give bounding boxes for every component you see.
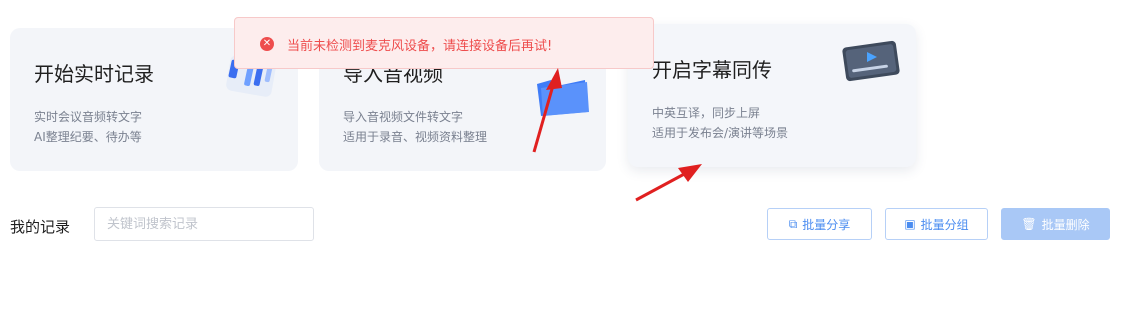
realtime-caption-card[interactable]: 开启字幕同传 中英互译，同步上屏 适用于发布会/演讲等场景	[628, 24, 916, 167]
button-label: 批量分组	[920, 217, 969, 232]
card-desc: 导入音视频文件转文字	[343, 110, 464, 124]
button-label: 批量分享	[802, 217, 851, 232]
card-title: 开始实时记录	[34, 62, 154, 86]
card-desc: 中英互译，同步上屏	[652, 106, 761, 120]
card-desc: 适用于发布会/演讲等场景	[652, 126, 789, 140]
annotation-arrow	[635, 164, 702, 202]
share-icon: ⧉	[788, 216, 798, 231]
batch-share-button[interactable]: ⧉ 批量分享	[767, 208, 872, 240]
card-title: 开启字幕同传	[652, 58, 772, 82]
folder-icon: ▣	[904, 217, 916, 231]
batch-delete-button[interactable]: 🗑 批量删除	[1001, 208, 1110, 240]
card-desc: AI整理纪要、待办等	[34, 130, 142, 144]
my-records-label: 我的记录	[10, 218, 71, 236]
trash-icon: 🗑	[1021, 217, 1037, 231]
toast-message: 当前未检测到麦克风设备，请连接设备后再试!	[287, 39, 553, 54]
error-icon: ✕	[260, 37, 274, 51]
card-desc: 适用于录音、视频资料整理	[343, 130, 488, 144]
search-input[interactable]	[94, 207, 314, 241]
button-label: 批量删除	[1041, 217, 1090, 232]
card-desc: 实时会议音频转文字	[34, 110, 143, 124]
subtitle-screen-icon	[842, 40, 900, 82]
error-toast: ✕ 当前未检测到麦克风设备，请连接设备后再试!	[234, 17, 654, 69]
annotation-arrow	[532, 68, 562, 153]
batch-group-button[interactable]: ▣ 批量分组	[885, 208, 988, 240]
